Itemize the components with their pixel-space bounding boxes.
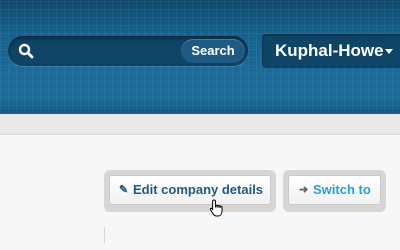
panel-divider: [104, 227, 105, 243]
switch-button-well: ➜ Switch to: [283, 170, 386, 212]
pencil-icon: ✎: [119, 184, 129, 196]
search-button[interactable]: Search: [181, 39, 245, 63]
search-icon: [18, 43, 34, 59]
switch-to-button[interactable]: ➜ Switch to: [288, 175, 381, 205]
edit-button-label: Edit company details: [133, 182, 264, 197]
company-name: Kuphal-Howe: [275, 41, 384, 60]
caret-down-icon: [385, 49, 393, 54]
switch-button-label: Switch to: [313, 182, 371, 197]
search-input[interactable]: [40, 42, 184, 62]
hand-pointer-icon: [209, 199, 223, 217]
edit-company-details-button[interactable]: ✎ Edit company details: [109, 175, 271, 205]
edit-button-well: ✎ Edit company details: [104, 170, 276, 212]
company-switcher[interactable]: Kuphal-Howe: [262, 34, 400, 68]
arrow-right-icon: ➜: [299, 184, 309, 196]
